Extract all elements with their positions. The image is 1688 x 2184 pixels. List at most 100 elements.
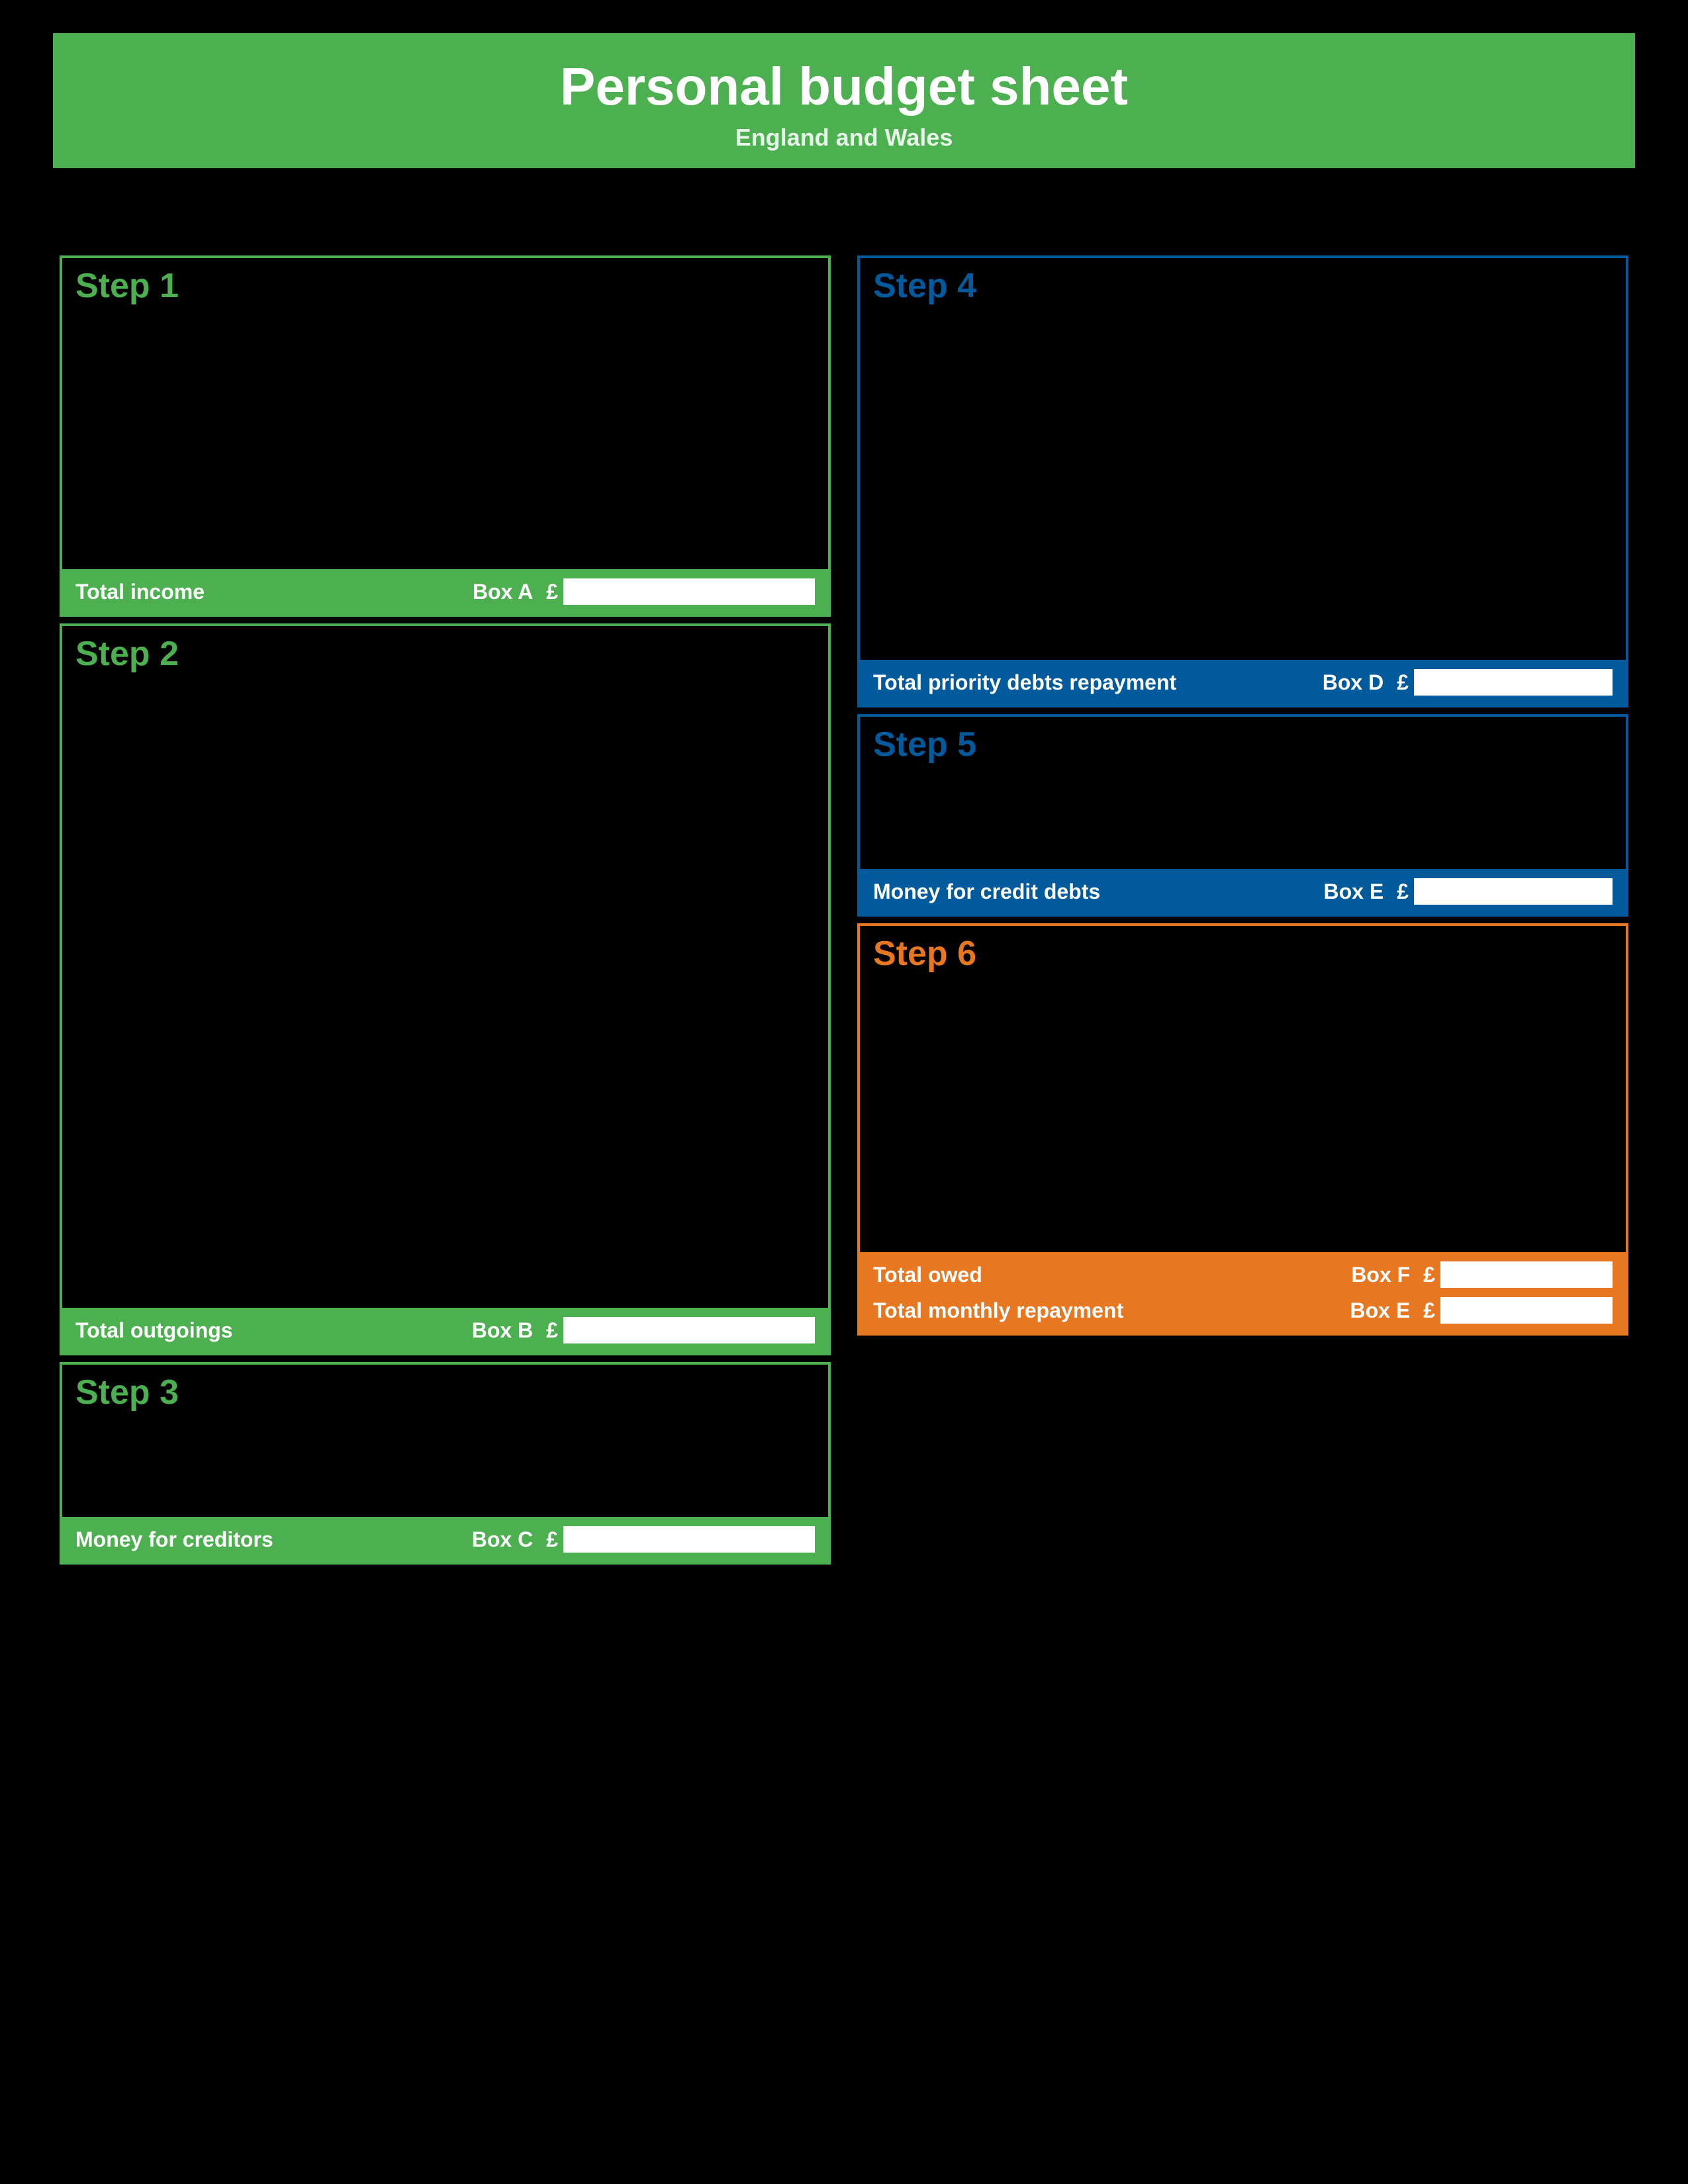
- income-amount-input[interactable]: [616, 477, 815, 499]
- income-amount-input[interactable]: [616, 397, 815, 420]
- priority-creditor-input[interactable]: [873, 420, 1289, 441]
- priority-creditor-input[interactable]: [873, 471, 1289, 492]
- box-b-input[interactable]: [563, 1317, 815, 1343]
- priority-creditor-input[interactable]: [873, 445, 1289, 467]
- priority-creditor-input[interactable]: [873, 395, 1289, 416]
- box-d-input[interactable]: [1414, 669, 1613, 696]
- outgoing-amount-input[interactable]: [616, 897, 815, 920]
- credit-owed-input[interactable]: [1312, 1088, 1451, 1109]
- priority-creditor-input[interactable]: [873, 596, 1289, 617]
- priority-owed-input[interactable]: [1312, 370, 1451, 391]
- priority-owed-input[interactable]: [1312, 521, 1451, 542]
- credit-repayment-input[interactable]: [1474, 1138, 1613, 1160]
- priority-repayment-input[interactable]: [1474, 345, 1613, 366]
- priority-creditor-input[interactable]: [873, 370, 1289, 391]
- outgoing-amount-input[interactable]: [616, 792, 815, 814]
- outgoing-amount-input[interactable]: [616, 871, 815, 893]
- credit-repayment-input[interactable]: [1474, 1214, 1613, 1235]
- priority-owed-input[interactable]: [1312, 496, 1451, 517]
- calc-amount-input[interactable]: [616, 1424, 815, 1447]
- credit-creditor-input[interactable]: [873, 1189, 1289, 1210]
- box-f-input[interactable]: [1440, 1261, 1613, 1288]
- outgoing-amount-input[interactable]: [616, 977, 815, 999]
- credit-owed-input[interactable]: [1312, 1189, 1451, 1210]
- outgoing-amount-input[interactable]: [616, 1030, 815, 1052]
- credit-creditor-input[interactable]: [873, 1063, 1289, 1084]
- outgoing-amount-input[interactable]: [616, 924, 815, 946]
- priority-owed-input[interactable]: [1312, 621, 1451, 643]
- income-amount-input[interactable]: [616, 371, 815, 393]
- credit-creditor-input[interactable]: [873, 1138, 1289, 1160]
- credit-creditor-input[interactable]: [873, 1113, 1289, 1134]
- credit-owed-input[interactable]: [1312, 1163, 1451, 1185]
- outgoing-amount-input[interactable]: [616, 844, 815, 867]
- outgoing-amount-input[interactable]: [616, 1215, 815, 1238]
- priority-creditor-input[interactable]: [873, 496, 1289, 517]
- box-e2-input[interactable]: [1440, 1297, 1613, 1324]
- priority-repayment-input[interactable]: [1474, 546, 1613, 567]
- outgoing-amount-input[interactable]: [616, 1242, 815, 1264]
- credit-owed-input[interactable]: [1312, 1214, 1451, 1235]
- income-amount-input[interactable]: [616, 344, 815, 367]
- outgoing-amount-input[interactable]: [616, 1083, 815, 1105]
- income-amount-input[interactable]: [616, 424, 815, 446]
- priority-repayment-input[interactable]: [1474, 445, 1613, 467]
- priority-owed-input[interactable]: [1312, 596, 1451, 617]
- credit-owed-input[interactable]: [1312, 1113, 1451, 1134]
- credit-repayment-input[interactable]: [1474, 1189, 1613, 1210]
- priority-owed-input[interactable]: [1312, 471, 1451, 492]
- priority-owed-input[interactable]: [1312, 395, 1451, 416]
- priority-creditor-input[interactable]: [873, 345, 1289, 366]
- priority-repayment-input[interactable]: [1474, 471, 1613, 492]
- outgoing-amount-input[interactable]: [616, 818, 815, 841]
- outgoing-amount-input[interactable]: [616, 1056, 815, 1079]
- credit-creditor-input[interactable]: [873, 1013, 1289, 1034]
- priority-creditor-input[interactable]: [873, 521, 1289, 542]
- credit-owed-input[interactable]: [1312, 1038, 1451, 1059]
- priority-repayment-input[interactable]: [1474, 521, 1613, 542]
- priority-repayment-input[interactable]: [1474, 596, 1613, 617]
- priority-repayment-input[interactable]: [1474, 395, 1613, 416]
- priority-repayment-input[interactable]: [1474, 496, 1613, 517]
- outgoing-amount-input[interactable]: [616, 712, 815, 735]
- priority-owed-input[interactable]: [1312, 445, 1451, 467]
- credit-creditor-input[interactable]: [873, 1163, 1289, 1185]
- priority-repayment-input[interactable]: [1474, 621, 1613, 643]
- credit-owed-input[interactable]: [1312, 1013, 1451, 1034]
- outgoing-amount-input[interactable]: [616, 765, 815, 788]
- outgoing-amount-input[interactable]: [616, 1189, 815, 1211]
- income-amount-input[interactable]: [616, 318, 815, 340]
- box-a-input[interactable]: [563, 578, 815, 605]
- box-e-input[interactable]: [1414, 878, 1613, 905]
- priority-creditor-input[interactable]: [873, 621, 1289, 643]
- priority-owed-input[interactable]: [1312, 345, 1451, 366]
- credit-creditor-input[interactable]: [873, 1038, 1289, 1059]
- priority-creditor-input[interactable]: [873, 571, 1289, 592]
- income-amount-input[interactable]: [616, 529, 815, 552]
- outgoing-amount-input[interactable]: [616, 1162, 815, 1185]
- outgoing-amount-input[interactable]: [616, 950, 815, 973]
- box-c-input[interactable]: [563, 1526, 815, 1553]
- calc-amount-input[interactable]: [1427, 803, 1613, 825]
- outgoing-amount-input[interactable]: [616, 1003, 815, 1026]
- calc-amount-input[interactable]: [1427, 776, 1613, 799]
- priority-owed-input[interactable]: [1312, 420, 1451, 441]
- outgoing-amount-input[interactable]: [616, 739, 815, 761]
- credit-repayment-input[interactable]: [1474, 1113, 1613, 1134]
- outgoing-amount-input[interactable]: [616, 1136, 815, 1158]
- priority-creditor-input[interactable]: [873, 546, 1289, 567]
- priority-owed-input[interactable]: [1312, 571, 1451, 592]
- credit-repayment-input[interactable]: [1474, 1013, 1613, 1034]
- credit-creditor-input[interactable]: [873, 1214, 1289, 1235]
- credit-repayment-input[interactable]: [1474, 1088, 1613, 1109]
- credit-repayment-input[interactable]: [1474, 1063, 1613, 1084]
- priority-repayment-input[interactable]: [1474, 420, 1613, 441]
- calc-amount-input[interactable]: [616, 1451, 815, 1473]
- calc-amount-input[interactable]: [616, 1477, 815, 1500]
- credit-owed-input[interactable]: [1312, 1063, 1451, 1084]
- priority-owed-input[interactable]: [1312, 546, 1451, 567]
- outgoing-amount-input[interactable]: [616, 1109, 815, 1132]
- credit-repayment-input[interactable]: [1474, 1038, 1613, 1059]
- outgoing-amount-input[interactable]: [616, 1268, 815, 1291]
- credit-repayment-input[interactable]: [1474, 1163, 1613, 1185]
